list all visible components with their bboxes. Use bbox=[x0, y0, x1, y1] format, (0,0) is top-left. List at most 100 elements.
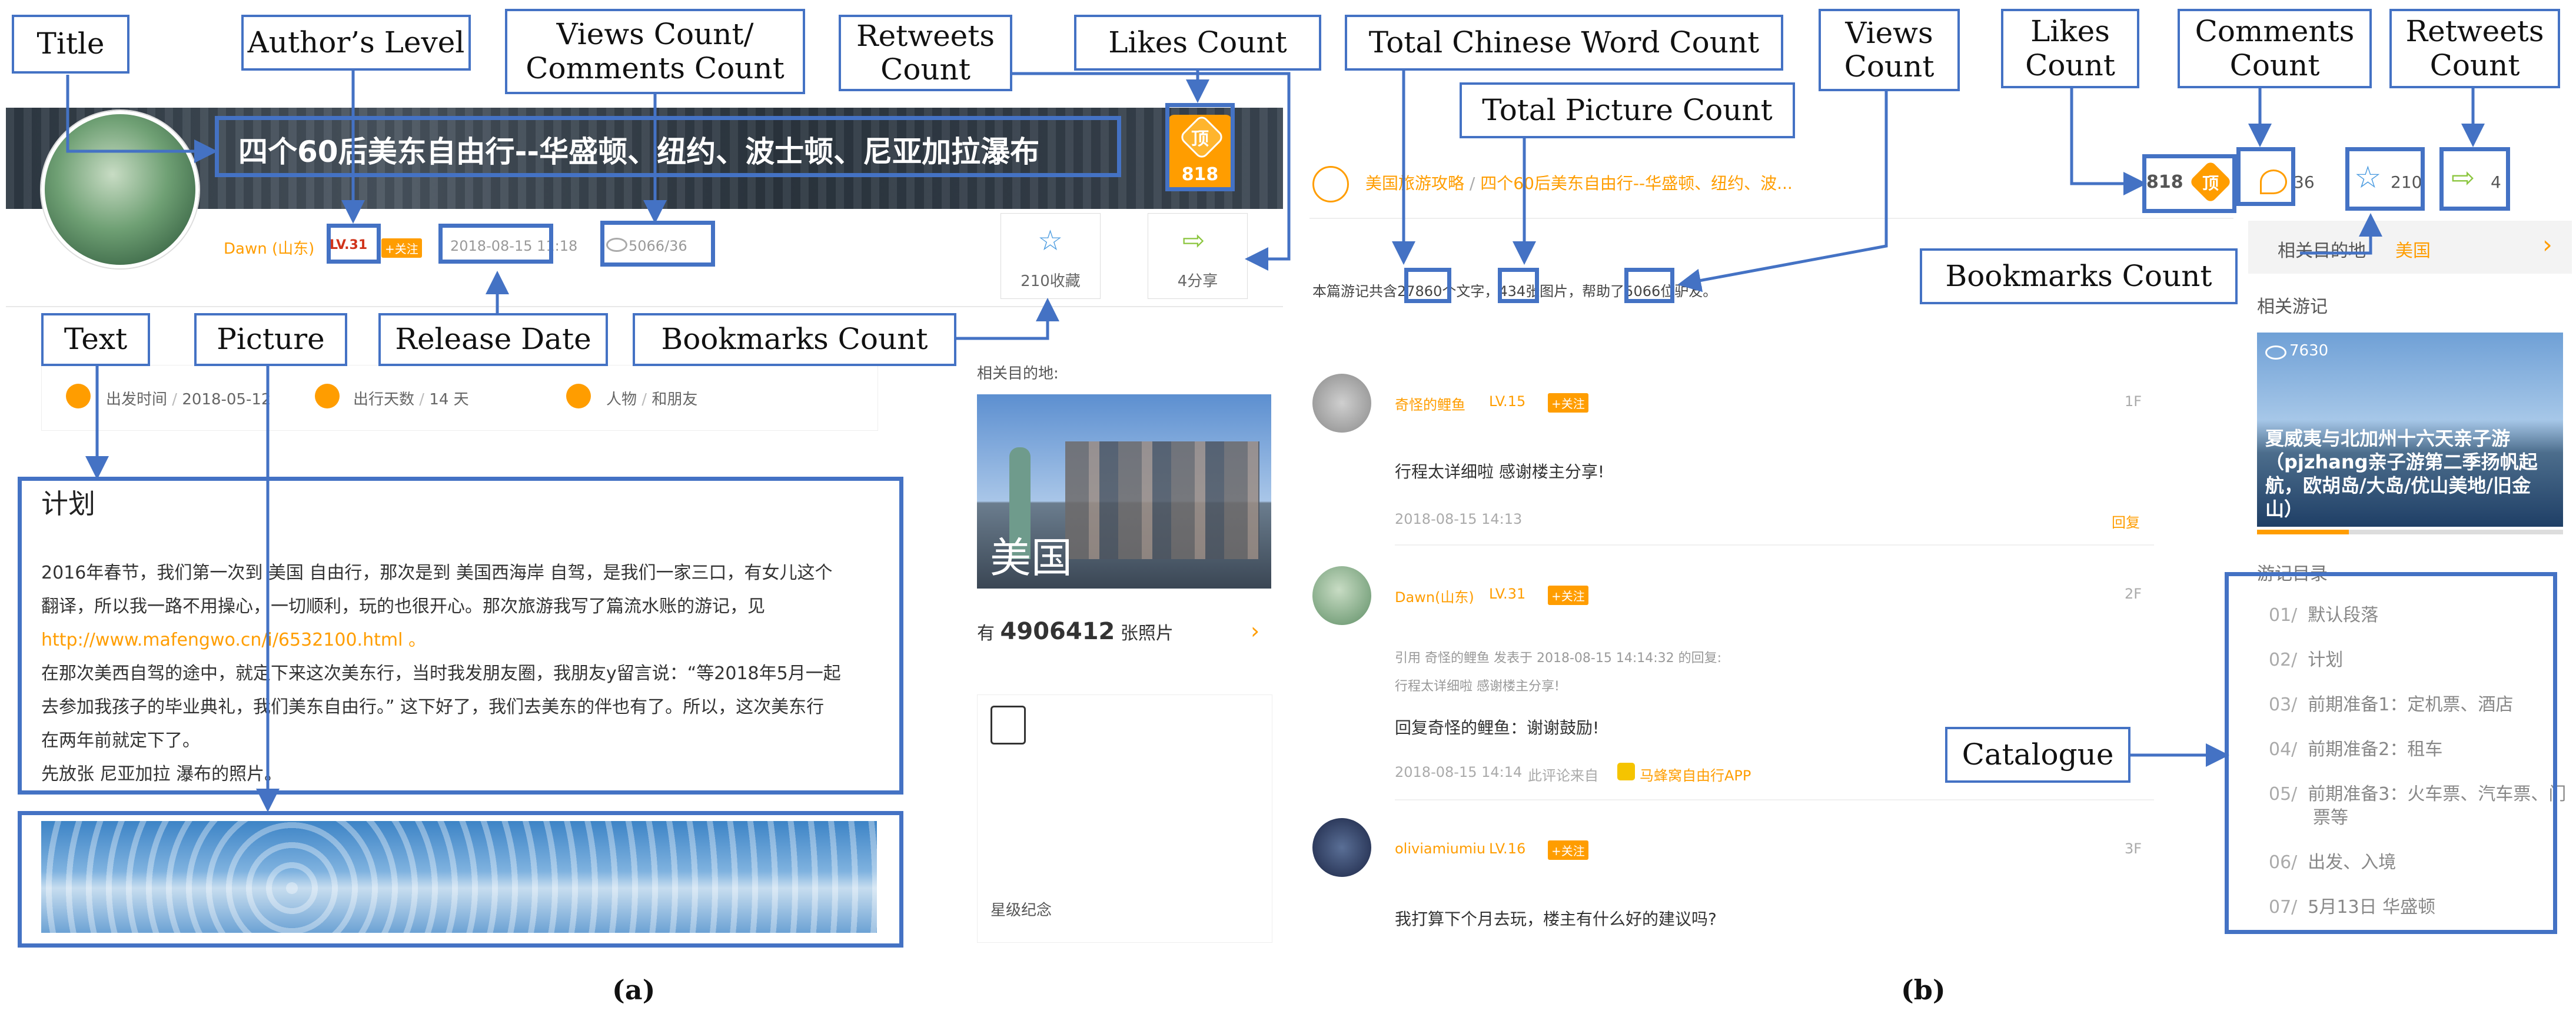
chevron-right-icon[interactable]: › bbox=[1251, 618, 1259, 644]
highlight-picture bbox=[18, 811, 903, 948]
card-caption: 星级纪念 bbox=[990, 902, 1052, 919]
trip-days-value: 14 天 bbox=[429, 391, 469, 408]
comment-level: LV.16 bbox=[1489, 840, 1526, 857]
label-retweets-a: Retweets Count bbox=[839, 15, 1012, 91]
highlight-text bbox=[18, 477, 903, 795]
sidebar-dest-value: 美国 bbox=[2395, 241, 2431, 261]
label-views-b-line1: Views bbox=[1845, 15, 1933, 50]
photo-count: 4906412 bbox=[1000, 618, 1115, 645]
comment-avatar[interactable] bbox=[1312, 374, 1371, 433]
comment-user[interactable]: Dawn(山东) bbox=[1395, 586, 1474, 606]
trip-sep: / bbox=[172, 391, 182, 408]
label-chinese-words: Total Chinese Word Count bbox=[1345, 15, 1783, 71]
comment-level: LV.31 bbox=[1489, 586, 1526, 602]
label-bookmarks-b: Bookmarks Count bbox=[1920, 248, 2238, 304]
highlight-retweets-b bbox=[2439, 147, 2510, 211]
comment-follow[interactable]: +关注 bbox=[1548, 586, 1588, 605]
share-label: 4分享 bbox=[1177, 272, 1218, 290]
trip-depart: 出发时间 / 2018-05-12 bbox=[106, 387, 271, 409]
share-button[interactable]: ⇨ 4分享 bbox=[1148, 213, 1248, 299]
label-views-b: Views Count bbox=[1819, 9, 1960, 91]
bookmark-button[interactable]: ☆ 210收藏 bbox=[1001, 213, 1101, 299]
trip-people-label: 人物 bbox=[606, 391, 637, 408]
highlight-title bbox=[215, 116, 1121, 177]
highlight-views-b bbox=[1624, 268, 1674, 303]
label-likes-b-line1: Likes bbox=[2030, 14, 2110, 48]
label-comments-b: Comments Count bbox=[2178, 9, 2372, 88]
comment-follow[interactable]: +关注 bbox=[1548, 840, 1588, 860]
comment-text: 回复奇怪的鲤鱼：谢谢鼓励! bbox=[1395, 718, 1600, 737]
city-towers bbox=[1065, 441, 1259, 559]
caption-b: (b) bbox=[1901, 974, 1946, 1006]
label-retweets-b-line2: Count bbox=[2429, 48, 2520, 82]
label-likes-a: Likes Count bbox=[1074, 15, 1321, 71]
label-author-level: Author’s Level bbox=[241, 15, 471, 71]
related-card[interactable]: 7630 夏威夷与北加州十六天亲子游（pjzhang亲子游第二季扬帆起航，欧胡岛… bbox=[2257, 333, 2563, 527]
comment-divider bbox=[1395, 544, 2154, 546]
label-views-comments: Views Count/ Comments Count bbox=[505, 9, 805, 94]
label-total-pictures: Total Picture Count bbox=[1460, 82, 1795, 138]
highlight-likes-a bbox=[1165, 103, 1235, 191]
trip-people: 人物 / 和朋友 bbox=[606, 387, 697, 409]
comment-text: 我打算下个月去玩，楼主有什么好的建议吗? bbox=[1395, 909, 1717, 929]
breadcrumb-link-guide[interactable]: 美国旅游攻略 bbox=[1365, 174, 1464, 193]
header-divider bbox=[6, 306, 1283, 307]
comment-quote: 行程太详细啦 感谢楼主分享! bbox=[1395, 679, 1560, 694]
related-views: 7630 bbox=[2289, 342, 2329, 360]
home-icon[interactable] bbox=[1312, 166, 1349, 202]
highlight-bookmarks-b bbox=[2345, 147, 2425, 211]
highlight-likes-b bbox=[2142, 154, 2236, 213]
reply-button[interactable]: 回复 bbox=[2112, 511, 2140, 531]
comment-time: 2018-08-15 14:14 bbox=[1395, 764, 1523, 780]
star-icon: ☆ bbox=[1038, 224, 1063, 257]
comment-avatar[interactable] bbox=[1312, 566, 1371, 625]
highlight-level bbox=[327, 224, 381, 264]
label-likes-b-line2: Count bbox=[2025, 48, 2115, 82]
highlight-views-comments bbox=[600, 221, 715, 267]
related-title: 夏威夷与北加州十六天亲子游（pjzhang亲子游第二季扬帆起航，欧胡岛/大岛/优… bbox=[2265, 427, 2538, 520]
label-retweets-b: Retweets Count bbox=[2389, 9, 2560, 88]
related-heading: 相关游记 bbox=[2257, 297, 2328, 317]
photo-prefix: 有 bbox=[977, 623, 995, 644]
comment-avatar[interactable] bbox=[1312, 818, 1371, 877]
label-text: Text bbox=[41, 313, 150, 366]
trip-depart-value: 2018-05-12 bbox=[182, 391, 271, 408]
breadcrumb: 美国旅游攻略 / 四个60后美东自由行--华盛顿、纽约、波... bbox=[1365, 171, 1793, 194]
comment-follow[interactable]: +关注 bbox=[1548, 393, 1588, 413]
label-title: Title bbox=[12, 15, 129, 74]
label-bookmarks-a: Bookmarks Count bbox=[633, 313, 956, 366]
clock-icon bbox=[66, 384, 91, 408]
comment-user[interactable]: 奇怪的鲤鱼 bbox=[1395, 393, 1465, 414]
highlight-catalogue bbox=[2225, 572, 2557, 934]
sidebar-dest-label: 相关目的地 bbox=[2278, 241, 2366, 261]
trip-sep: / bbox=[419, 391, 430, 408]
sidebar-card[interactable]: 星级纪念 bbox=[977, 694, 1272, 943]
comment-quote: 引用 奇怪的鲤鱼 发表于 2018-08-15 14:14:32 的回复: bbox=[1395, 651, 1722, 666]
label-views-b-line2: Count bbox=[1844, 49, 1935, 84]
comment-user[interactable]: oliviamiumiu bbox=[1395, 840, 1485, 857]
label-retweets-a-line2: Count bbox=[880, 52, 970, 87]
sidebar-dest-row[interactable]: 相关目的地 美国 › bbox=[2248, 221, 2572, 274]
follow-button[interactable]: +关注 bbox=[381, 238, 422, 258]
share-icon: ⇨ bbox=[1182, 224, 1205, 256]
breadcrumb-link-post[interactable]: 四个60后美东自由行--华盛顿、纽约、波... bbox=[1480, 174, 1793, 193]
label-comments-b-line2: Count bbox=[2229, 48, 2320, 82]
comments-count-b: 36 bbox=[2294, 172, 2315, 192]
stats-p1: 本篇游记共含 bbox=[1312, 283, 1397, 300]
eye-icon bbox=[2265, 345, 2286, 360]
sidebar-dest-image[interactable]: 美国 bbox=[977, 394, 1271, 589]
chevron-right-icon: › bbox=[2542, 230, 2552, 259]
author-avatar[interactable] bbox=[41, 111, 199, 268]
highlight-pics bbox=[1498, 268, 1539, 303]
label-retweets-b-line1: Retweets bbox=[2405, 14, 2544, 48]
author-name[interactable]: Dawn (山东) bbox=[224, 237, 314, 258]
sidebar-photo-count[interactable]: 有 4906412 张照片 bbox=[977, 618, 1174, 645]
comment-text: 行程太详细啦 感谢楼主分享! bbox=[1395, 462, 1605, 481]
label-views-comments-line1: Views Count/ bbox=[556, 17, 754, 51]
label-retweets-a-line1: Retweets bbox=[856, 18, 995, 53]
related-progress bbox=[2257, 530, 2563, 534]
label-release-date: Release Date bbox=[378, 313, 608, 366]
bookmark-label: 210收藏 bbox=[1021, 272, 1081, 290]
badge-icon bbox=[990, 706, 1026, 745]
comment-source-app[interactable]: 马蜂窝自由行APP bbox=[1640, 764, 1751, 785]
